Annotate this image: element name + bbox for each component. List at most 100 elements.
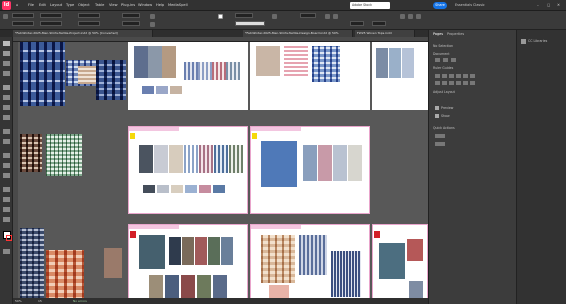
zoom-tool-icon[interactable] xyxy=(3,217,10,222)
distribute-center-icon[interactable] xyxy=(442,81,447,85)
page-spread-3-partial[interactable] xyxy=(372,224,428,304)
plaid-fabric-navy[interactable] xyxy=(20,228,44,304)
menu-type[interactable]: Type xyxy=(66,3,74,7)
menu-window[interactable]: Window xyxy=(138,3,152,7)
flip-horizontal-icon[interactable] xyxy=(150,14,155,19)
maximize-icon[interactable]: ▢ xyxy=(547,3,550,7)
plaid-fabric-beige[interactable] xyxy=(78,66,98,84)
effects-icon[interactable] xyxy=(272,14,277,19)
tab-pages[interactable]: Pages xyxy=(433,32,443,36)
align-bottom-icon[interactable] xyxy=(470,74,475,78)
align-middle-icon[interactable] xyxy=(463,74,468,78)
menu-plugins[interactable]: Plug-ins xyxy=(121,3,135,7)
pencil-tool-icon[interactable] xyxy=(3,115,10,120)
document-canvas[interactable] xyxy=(18,42,428,304)
menu-mediaspell[interactable]: MediaSpell xyxy=(168,3,188,7)
workspace-switcher[interactable]: Essentials Classic xyxy=(455,3,485,7)
facing-pages-icon[interactable] xyxy=(451,58,456,62)
page-spread-3-left[interactable] xyxy=(128,224,248,304)
column-field[interactable] xyxy=(350,21,364,26)
reference-point-icon[interactable] xyxy=(3,14,8,19)
align-left-icon[interactable] xyxy=(435,74,440,78)
cc-libraries-label[interactable]: CC Libraries xyxy=(528,39,547,43)
home-icon[interactable]: ⌂ xyxy=(16,3,18,7)
scale-y-field[interactable] xyxy=(78,21,100,26)
align-top-icon[interactable] xyxy=(456,74,461,78)
tab-document-1[interactable]: *Fall-Winter-2025-Men-Shirts-Textile-Pro… xyxy=(13,30,153,37)
preflight-status[interactable]: No errors xyxy=(73,298,87,304)
page-tool-icon[interactable] xyxy=(3,61,10,66)
stroke-weight-field[interactable] xyxy=(235,13,253,18)
page-spread-1-left[interactable] xyxy=(128,42,248,110)
distribute-right-icon[interactable] xyxy=(449,81,454,85)
menu-table[interactable]: Table xyxy=(95,3,104,7)
plaid-fabric-brown[interactable] xyxy=(20,134,42,172)
rectangle-tool-icon[interactable] xyxy=(3,139,10,144)
plaid-fabric-navy[interactable] xyxy=(96,60,126,100)
page-spread-1-right[interactable] xyxy=(250,42,370,110)
width-field[interactable] xyxy=(40,13,62,18)
page-spread-2-left[interactable] xyxy=(128,126,248,214)
note-tool-icon[interactable] xyxy=(3,187,10,192)
quick-action-button[interactable] xyxy=(435,142,445,146)
rectangle-frame-tool-icon[interactable] xyxy=(3,129,10,134)
menu-layout[interactable]: Layout xyxy=(50,3,62,7)
scale-x-field[interactable] xyxy=(78,13,100,18)
stroke-color-icon[interactable] xyxy=(6,235,12,241)
preview-checkbox[interactable] xyxy=(435,106,439,110)
text-wrap-icon[interactable] xyxy=(325,14,330,19)
page-number-field[interactable]: 15 xyxy=(38,298,42,304)
plaid-fabric-blue[interactable] xyxy=(20,42,65,106)
opacity-field[interactable] xyxy=(300,13,316,18)
page-spread-1-partial[interactable] xyxy=(372,42,428,110)
scissors-tool-icon[interactable] xyxy=(3,153,10,158)
cc-libraries-icon[interactable] xyxy=(521,39,526,44)
distribute-top-icon[interactable] xyxy=(456,81,461,85)
menu-edit[interactable]: Edit xyxy=(39,3,46,7)
orientation-icon[interactable] xyxy=(443,58,448,62)
plaid-fabric-orange[interactable] xyxy=(46,250,84,304)
page-spread-3-right[interactable] xyxy=(250,224,370,304)
menu-help[interactable]: Help xyxy=(156,3,164,7)
share-button[interactable]: Share xyxy=(433,2,447,9)
rotate-field[interactable] xyxy=(122,13,140,18)
free-transform-tool-icon[interactable] xyxy=(3,163,10,168)
menu-view[interactable]: View xyxy=(109,3,118,7)
menu-file[interactable]: File xyxy=(28,3,34,7)
align-center-icon[interactable] xyxy=(442,74,447,78)
distribute-middle-icon[interactable] xyxy=(463,81,468,85)
tab-document-2[interactable]: *Fall-Winter-2025-Men-Shirts-Textile-Des… xyxy=(243,30,353,37)
selection-tool-icon[interactable] xyxy=(3,41,10,46)
y-field[interactable] xyxy=(12,21,34,26)
flip-vertical-icon[interactable] xyxy=(150,22,155,27)
height-field[interactable] xyxy=(40,21,62,26)
pen-tool-icon[interactable] xyxy=(3,105,10,110)
stroke-type-select[interactable] xyxy=(235,21,265,26)
distribute-left-icon[interactable] xyxy=(435,81,440,85)
zoom-level[interactable]: 50% xyxy=(15,298,22,304)
shear-field[interactable] xyxy=(122,21,140,26)
fitting-icon[interactable] xyxy=(400,14,405,19)
close-icon[interactable]: ✕ xyxy=(557,3,560,7)
type-tool-icon[interactable] xyxy=(3,85,10,90)
text-wrap-around-icon[interactable] xyxy=(333,14,338,19)
align-right-icon[interactable] xyxy=(449,74,454,78)
tab-document-3[interactable]: FW25 Woven Tops.indd xyxy=(355,30,415,37)
menu-object[interactable]: Object xyxy=(78,3,90,7)
quick-action-button[interactable] xyxy=(435,134,445,138)
minimize-icon[interactable]: – xyxy=(537,3,539,7)
x-field[interactable] xyxy=(12,13,34,18)
page-size-icon[interactable] xyxy=(435,58,440,62)
eyedropper-tool-icon[interactable] xyxy=(3,197,10,202)
page-spread-2-right[interactable] xyxy=(250,126,370,214)
hand-tool-icon[interactable] xyxy=(3,207,10,212)
gradient-tool-icon[interactable] xyxy=(3,173,10,178)
fit-frame-icon[interactable] xyxy=(408,14,413,19)
gutter-field[interactable] xyxy=(372,21,386,26)
stock-search-input[interactable]: Adobe Stock xyxy=(350,2,390,9)
line-tool-icon[interactable] xyxy=(3,95,10,100)
show-checkbox[interactable] xyxy=(435,114,439,118)
fill-frame-icon[interactable] xyxy=(416,14,421,19)
check-fabric-green[interactable] xyxy=(46,134,82,176)
screen-mode-icon[interactable] xyxy=(3,249,10,254)
